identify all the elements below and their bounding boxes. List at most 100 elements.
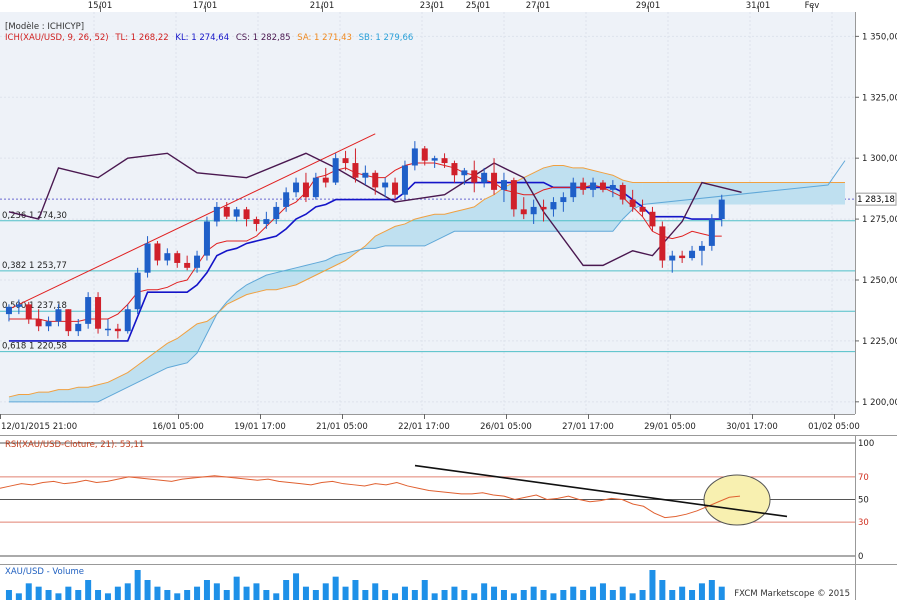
candle-body: [312, 177, 319, 198]
price-panel[interactable]: [0, 12, 855, 414]
volume-bar: [55, 593, 62, 600]
volume-bar: [471, 593, 478, 600]
volume-bar: [45, 590, 52, 600]
candle-body: [154, 243, 161, 261]
volume-bar: [431, 593, 438, 600]
price-tick-label: 1 350,00: [862, 32, 897, 42]
candle-body: [382, 182, 389, 188]
candle-body: [421, 148, 428, 161]
top-date-label: 15/01: [88, 1, 113, 11]
candle-body: [293, 182, 300, 193]
top-date-label: 23/01: [420, 1, 445, 11]
volume-bar: [639, 590, 646, 600]
volume-bar: [15, 593, 22, 600]
volume-bar: [5, 590, 12, 600]
volume-bar: [322, 583, 329, 600]
volume-bar: [114, 586, 121, 600]
bottom-date-label: 12/01/2015 21:00: [1, 422, 77, 432]
legend-values: ICH(XAU/USD, 9, 26, 52) TL: 1 268,22 KL:…: [5, 33, 413, 43]
top-date-label: 27/01: [526, 1, 551, 11]
volume-bar: [203, 580, 210, 600]
candle-body: [352, 163, 359, 178]
volume-bar: [708, 580, 715, 600]
candle-body: [134, 272, 141, 310]
candle-body: [689, 250, 696, 259]
candle-body: [401, 165, 408, 195]
volume-bar: [283, 580, 290, 600]
candle-body: [124, 309, 131, 332]
volume-bar: [293, 573, 300, 600]
candle-body: [491, 172, 498, 190]
candle-body: [580, 182, 587, 190]
price-tick-label: 1 200,00: [862, 398, 897, 408]
candle-body: [213, 206, 220, 222]
candle-body: [5, 306, 12, 315]
candle-body: [302, 182, 309, 198]
legend-ich: ICH(XAU/USD, 9, 26, 52): [5, 33, 109, 43]
rsi-tick-label: 70: [858, 473, 869, 483]
candle-body: [570, 182, 577, 198]
candle-body: [461, 170, 468, 176]
volume-bar: [411, 590, 418, 600]
volume-bar: [164, 590, 171, 600]
bottom-date-label: 27/01 17:00: [562, 422, 614, 432]
candle-body: [550, 202, 557, 210]
bottom-date-label: 19/01 17:00: [234, 422, 286, 432]
volume-bar: [619, 586, 626, 600]
candle-body: [530, 206, 537, 215]
candle-body: [698, 245, 705, 251]
volume-bar: [500, 590, 507, 600]
fibo-label: 0,382 1 253,77: [2, 261, 67, 271]
candle-body: [599, 182, 606, 190]
candle-body: [540, 206, 547, 210]
volume-bar: [154, 586, 161, 600]
candle-body: [629, 199, 636, 207]
volume-bar: [85, 580, 92, 600]
last-price-text: 1 283,18: [857, 195, 895, 205]
volume-bar: [580, 590, 587, 600]
candle-body: [708, 219, 715, 246]
candle-body: [85, 297, 92, 324]
legend-sb: SB: 1 279,66: [359, 33, 414, 43]
top-date-label: 25/01: [466, 1, 491, 11]
volume-bar: [273, 593, 280, 600]
bottom-date-label: 26/01 05:00: [480, 422, 532, 432]
candle-body: [144, 243, 151, 273]
candle-body: [332, 158, 339, 183]
volume-bar: [401, 586, 408, 600]
copyright: FXCM Marketscope © 2015: [734, 589, 850, 599]
candle-body: [65, 309, 72, 332]
candle-body: [283, 192, 290, 207]
candle-body: [25, 304, 32, 319]
volume-bar: [679, 586, 686, 600]
volume-bar: [104, 593, 111, 600]
candle-body: [203, 221, 210, 256]
bottom-date-label: 21/01 05:00: [316, 422, 368, 432]
volume-bar: [510, 593, 517, 600]
volume-bar: [184, 590, 191, 600]
candle-body: [431, 158, 438, 161]
volume-bar: [451, 586, 458, 600]
candle-body: [659, 226, 666, 261]
top-date-label: Fev: [805, 1, 820, 11]
volume-bar: [352, 580, 359, 600]
legend-kl: KL: 1 274,64: [175, 33, 229, 43]
candle-body: [481, 172, 488, 183]
rsi-tick-label: 0: [858, 552, 863, 562]
rsi-tick-label: 100: [858, 439, 874, 449]
volume-label: XAU/USD - Volume: [5, 567, 84, 577]
price-tick-label: 1 325,00: [862, 93, 897, 103]
volume-bar: [560, 590, 567, 600]
candle-body: [35, 318, 42, 327]
volume-bar: [223, 590, 230, 600]
volume-bar: [332, 576, 339, 600]
candle-body: [619, 184, 626, 200]
last-price-tag: 1 283,18: [855, 192, 897, 206]
candle-body: [520, 209, 527, 215]
volume-bar: [649, 570, 656, 600]
volume-bar: [520, 590, 527, 600]
candle-body: [174, 253, 181, 263]
candle-body: [164, 253, 171, 261]
volume-bar: [134, 570, 141, 600]
candle-body: [322, 177, 329, 183]
